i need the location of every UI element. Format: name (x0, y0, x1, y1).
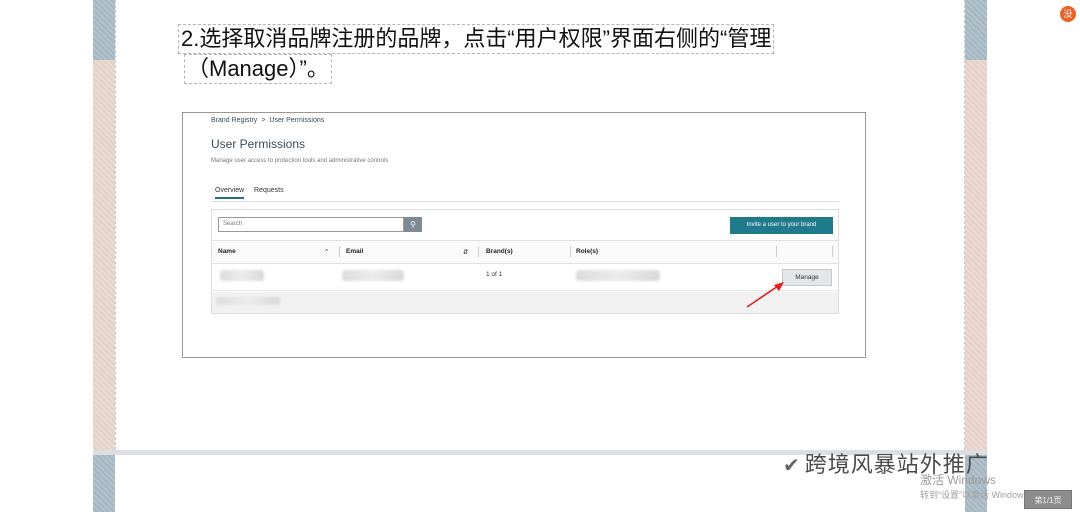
instruction-line-1: 2.选择取消品牌注册的品牌，点击“用户权限”界面右侧的“管理 (178, 24, 775, 54)
right-texture-strip (965, 0, 987, 512)
red-arrow-annotation (746, 282, 784, 308)
arrow-shaft (746, 283, 782, 308)
instruction-line-2: （Manage）”。 (184, 54, 332, 84)
app-badge-icon[interactable]: 没 (1060, 6, 1076, 22)
left-texture-strip (93, 0, 115, 512)
embedded-screenshot: Brand Registry > User Permissions User Per… (182, 112, 866, 358)
windows-activation-hint: 转到“设置”以激活 Windows。 (920, 490, 1038, 500)
windows-activation-title: 激活 Windows (920, 473, 997, 487)
instruction-text: 2.选择取消品牌注册的品牌，点击“用户权限”界面右侧的“管理 （Manage）”… (178, 24, 828, 84)
page-indicator-button[interactable]: 第1/1页 (1024, 490, 1072, 509)
outer-margin-right (987, 0, 1080, 512)
document-page: 2.选择取消品牌注册的品牌，点击“用户权限”界面右侧的“管理 （Manage）”… (115, 0, 965, 450)
outer-margin-left (0, 0, 93, 512)
wechat-icon: ✔ (783, 455, 801, 477)
arrow-head (774, 282, 784, 291)
